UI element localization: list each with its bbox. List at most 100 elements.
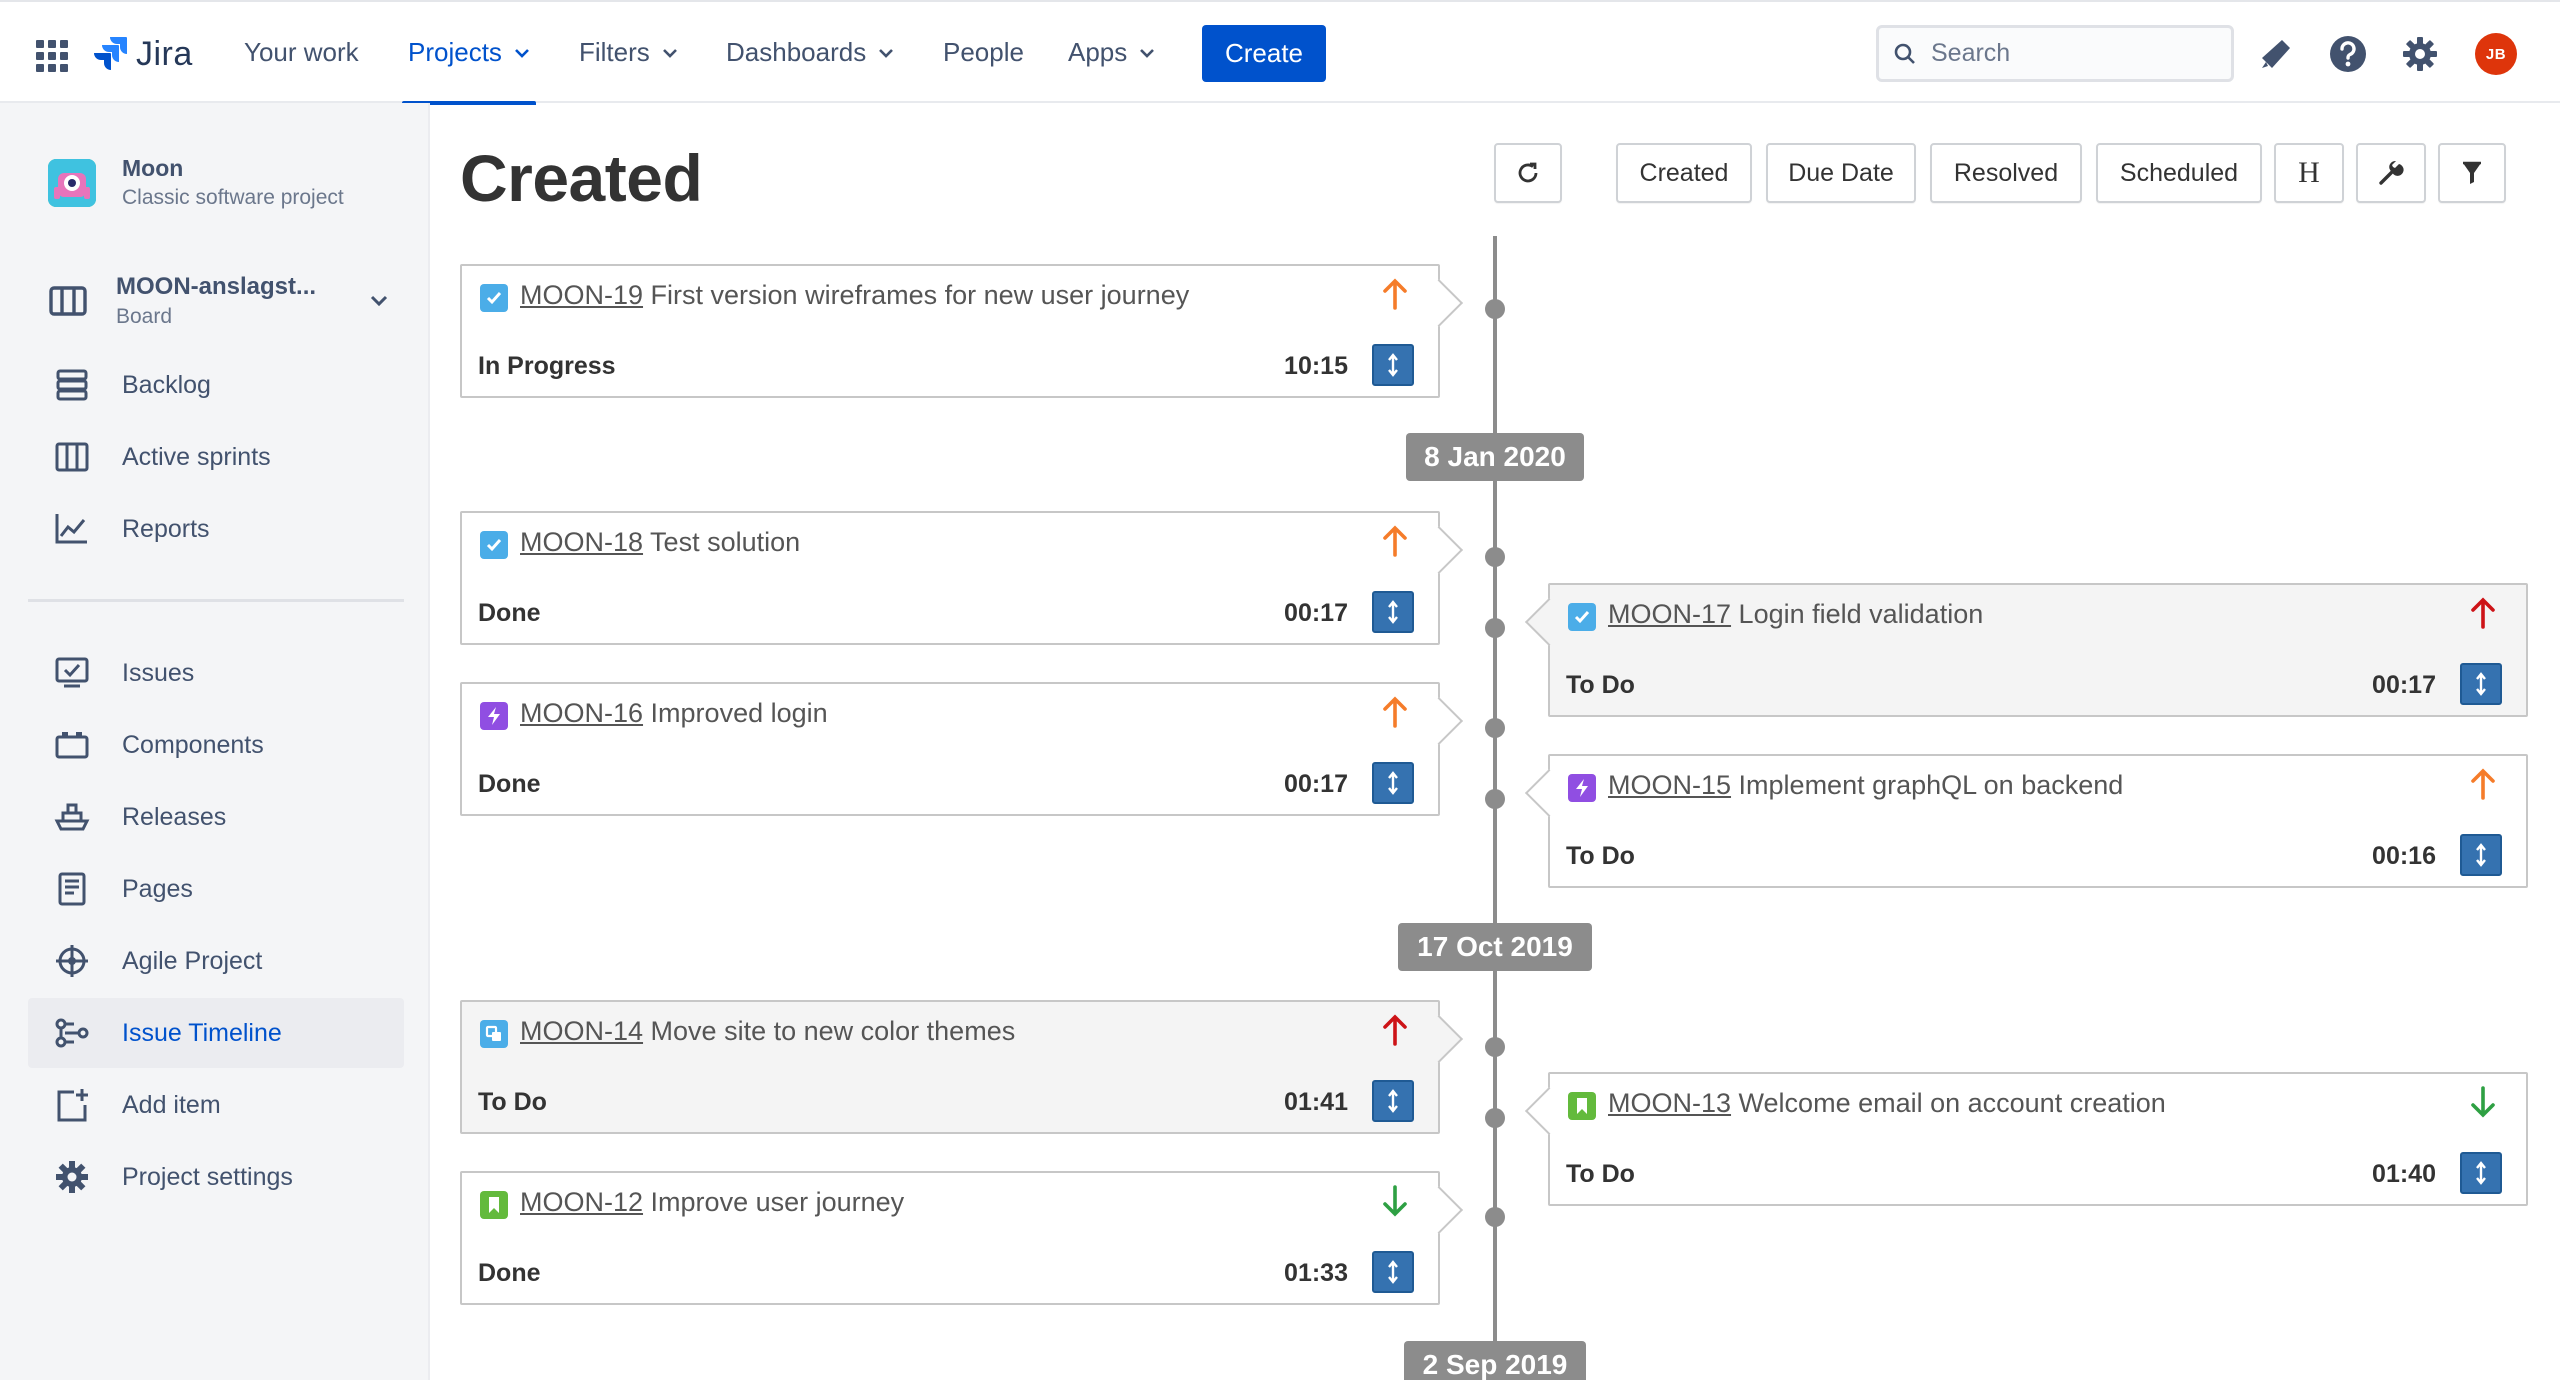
search-input[interactable] — [1931, 39, 2221, 68]
nav-apps[interactable]: Apps — [1068, 2, 1155, 103]
nav-people[interactable]: People — [943, 2, 1024, 103]
open-issue-button[interactable] — [1372, 344, 1414, 386]
sidebar-item-issues[interactable]: Issues — [28, 638, 404, 708]
create-button[interactable]: Create — [1202, 25, 1326, 82]
notifications-icon[interactable] — [2256, 34, 2296, 74]
issue-card[interactable]: MOON-16 Improved login Done 00:17 — [460, 682, 1464, 816]
ship-icon — [52, 797, 92, 837]
gear-icon — [2403, 37, 2437, 71]
expand-vertical-icon — [1388, 1260, 1398, 1284]
issue-card[interactable]: MOON-17 Login field validation To Do 00:… — [1524, 583, 2528, 717]
nav-filters-label: Filters — [579, 37, 650, 67]
issue-title: MOON-17 Login field validation — [1608, 599, 1983, 630]
issue-card[interactable]: MOON-14 Move site to new color themes To… — [460, 1000, 1464, 1134]
open-issue-button[interactable] — [1372, 1251, 1414, 1293]
project-header[interactable]: Moon Classic software project — [48, 155, 344, 210]
issue-title: MOON-16 Improved login — [520, 698, 828, 729]
issue-key-link[interactable]: MOON-16 — [520, 698, 643, 728]
epic-lightning-icon — [1568, 774, 1596, 802]
configure-button[interactable] — [2356, 143, 2426, 203]
nav-apps-label: Apps — [1068, 37, 1128, 67]
nav-dashboards[interactable]: Dashboards — [726, 2, 894, 103]
chart-line-icon — [52, 509, 92, 549]
sidebar-item-label: Backlog — [122, 370, 211, 399]
open-issue-button[interactable] — [1372, 591, 1414, 633]
priority-low-arrow-icon — [1383, 1185, 1407, 1217]
issue-status: In Progress — [478, 352, 616, 380]
timeline-dot — [1485, 1108, 1505, 1128]
gear-icon — [52, 1157, 92, 1197]
user-avatar[interactable]: JB — [2475, 33, 2517, 75]
sidebar-item-label: Add item — [122, 1090, 221, 1119]
sidebar-item-issue-timeline[interactable]: Issue Timeline — [28, 998, 404, 1068]
story-bookmark-icon — [480, 1191, 508, 1219]
sidebar-item-label: Issue Timeline — [122, 1018, 282, 1047]
issue-card[interactable]: MOON-19 First version wireframes for new… — [460, 264, 1464, 398]
chevron-down-icon — [515, 48, 529, 58]
open-issue-button[interactable] — [2460, 663, 2502, 705]
search-box[interactable] — [1876, 25, 2234, 82]
issue-card[interactable]: MOON-12 Improve user journey Done 01:33 — [460, 1171, 1464, 1305]
project-name: Moon — [122, 155, 184, 181]
refresh-button[interactable] — [1494, 143, 1562, 203]
issue-key-link[interactable]: MOON-14 — [520, 1016, 643, 1046]
issue-key-link[interactable]: MOON-18 — [520, 527, 643, 557]
jira-logo[interactable]: Jira — [92, 34, 193, 74]
issue-key-link[interactable]: MOON-13 — [1608, 1088, 1731, 1118]
issue-summary: First version wireframes for new user jo… — [650, 280, 1190, 310]
nav-your-work[interactable]: Your work — [244, 2, 359, 103]
sidebar-item-reports[interactable]: Reports — [28, 494, 404, 564]
issue-key-link[interactable]: MOON-12 — [520, 1187, 643, 1217]
sidebar-item-project-settings[interactable]: Project settings — [28, 1142, 404, 1212]
search-icon — [1894, 43, 1915, 64]
expand-vertical-icon — [1388, 353, 1398, 377]
board-selector[interactable]: MOON-anslagst... Board — [48, 273, 388, 329]
issue-card[interactable]: MOON-15 Implement graphQL on backend To … — [1524, 754, 2528, 888]
wrench-icon — [2379, 160, 2404, 185]
header-button[interactable]: H — [2274, 143, 2344, 203]
issue-title: MOON-19 First version wireframes for new… — [520, 280, 1189, 311]
issue-time: 01:40 — [2372, 1160, 2436, 1188]
nav-projects-label: Projects — [408, 37, 502, 67]
expand-vertical-icon — [2476, 843, 2486, 867]
filter-button[interactable] — [2438, 143, 2506, 203]
sidebar-item-active-sprints[interactable]: Active sprints — [28, 422, 404, 492]
sidebar-item-agile-project[interactable]: Agile Project — [28, 926, 404, 996]
open-issue-button[interactable] — [1372, 762, 1414, 804]
sidebar-item-releases[interactable]: Releases — [28, 782, 404, 852]
nav-your-work-label: Your work — [244, 37, 359, 67]
sidebar-item-label: Pages — [122, 874, 193, 903]
help-icon[interactable] — [2328, 34, 2368, 74]
issue-summary: Improve user journey — [650, 1187, 905, 1217]
task-checkbox-icon — [480, 284, 508, 312]
issue-key-link[interactable]: MOON-19 — [520, 280, 643, 310]
resolved-sort-button[interactable]: Resolved — [1930, 143, 2082, 203]
scheduled-sort-button[interactable]: Scheduled — [2096, 143, 2262, 203]
issue-time: 01:33 — [1284, 1259, 1348, 1287]
issue-time: 10:15 — [1284, 352, 1348, 380]
issue-summary: Welcome email on account creation — [1738, 1088, 2166, 1118]
sidebar-item-backlog[interactable]: Backlog — [28, 350, 404, 420]
issue-title: MOON-12 Improve user journey — [520, 1187, 904, 1218]
open-issue-button[interactable] — [2460, 834, 2502, 876]
open-issue-button[interactable] — [1372, 1080, 1414, 1122]
due-date-sort-button[interactable]: Due Date — [1766, 143, 1916, 203]
top-navigation: Jira Your work Projects Filters Dashboar… — [0, 0, 2560, 105]
sidebar-item-components[interactable]: Components — [28, 710, 404, 780]
created-sort-button[interactable]: Created — [1616, 143, 1752, 203]
open-issue-button[interactable] — [2460, 1152, 2502, 1194]
issue-key-link[interactable]: MOON-17 — [1608, 599, 1731, 629]
issue-summary: Implement graphQL on backend — [1738, 770, 2124, 800]
sidebar-item-pages[interactable]: Pages — [28, 854, 404, 924]
nav-projects[interactable]: Projects — [402, 2, 536, 105]
issue-card[interactable]: MOON-13 Welcome email on account creatio… — [1524, 1072, 2528, 1206]
app-switcher-icon[interactable] — [36, 40, 68, 72]
nav-filters[interactable]: Filters — [579, 2, 678, 103]
issue-title: MOON-18 Test solution — [520, 527, 800, 558]
issue-card[interactable]: MOON-18 Test solution Done 00:17 — [460, 511, 1464, 645]
sidebar-item-add-item[interactable]: Add item — [28, 1070, 404, 1140]
issue-key-link[interactable]: MOON-15 — [1608, 770, 1731, 800]
timeline-dot — [1485, 718, 1505, 738]
settings-icon[interactable] — [2400, 34, 2440, 74]
issues-icon — [52, 653, 92, 693]
